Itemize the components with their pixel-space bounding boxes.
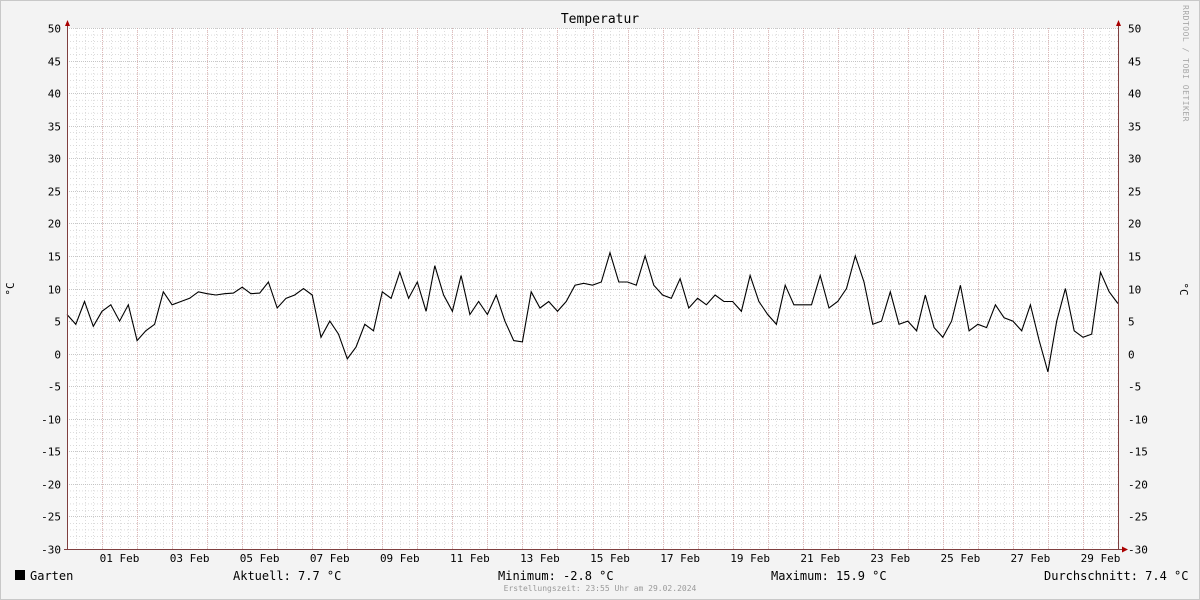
y-tick-label-left: 0 — [54, 349, 61, 362]
legend-average: Durchschnitt: 7.4 °C — [1044, 569, 1189, 583]
rrdtool-credit: RRDTOOL / TOBI OETIKER — [1181, 5, 1190, 122]
y-axis-arrow-right — [1116, 20, 1121, 26]
y-axis-label-left: °C — [4, 282, 17, 295]
y-tick-label-right: 25 — [1128, 186, 1141, 199]
y-tick-label-left: 45 — [48, 56, 61, 69]
legend-maximum: Maximum: 15.9 °C — [771, 569, 887, 583]
y-tick-label-left: 35 — [48, 121, 61, 134]
y-axis-arrow-left — [65, 20, 70, 26]
y-tick-label-left: 25 — [48, 186, 61, 199]
x-tick-label: 25 Feb — [940, 552, 980, 565]
x-tick-label: 17 Feb — [660, 552, 700, 565]
chart-title: Temperatur — [561, 12, 639, 27]
x-tick-label: 09 Feb — [380, 552, 420, 565]
x-tick-label: 27 Feb — [1011, 552, 1051, 565]
y-tick-label-right: -25 — [1128, 511, 1148, 524]
x-tick-label: 13 Feb — [520, 552, 560, 565]
y-tick-label-left: -15 — [41, 446, 61, 459]
legend-series-name: Garten — [30, 569, 74, 583]
y-tick-label-left: -30 — [41, 544, 61, 557]
x-tick-label: 07 Feb — [310, 552, 350, 565]
y-tick-label-right: -5 — [1128, 381, 1141, 394]
y-tick-label-left: 10 — [48, 284, 61, 297]
x-tick-label: 29 Feb — [1081, 552, 1121, 565]
y-tick-label-left: -20 — [41, 479, 61, 492]
y-tick-label-right: 20 — [1128, 218, 1141, 231]
y-tick-label-left: 30 — [48, 153, 61, 166]
y-tick-label-right: 5 — [1128, 316, 1135, 329]
y-tick-label-left: -25 — [41, 511, 61, 524]
y-tick-label-right: 50 — [1128, 23, 1141, 36]
y-tick-label-right: 0 — [1128, 349, 1135, 362]
y-tick-label-right: 45 — [1128, 56, 1141, 69]
y-tick-label-right: 10 — [1128, 284, 1141, 297]
y-tick-label-left: 15 — [48, 251, 61, 264]
creation-time: Erstellungszeit: 23:55 Uhr am 29.02.2024 — [503, 584, 697, 593]
x-tick-label: 03 Feb — [170, 552, 210, 565]
legend-minimum: Minimum: -2.8 °C — [498, 569, 614, 583]
y-tick-label-right: 30 — [1128, 153, 1141, 166]
y-tick-label-right: 40 — [1128, 88, 1141, 101]
y-tick-label-left: 40 — [48, 88, 61, 101]
x-tick-label: 01 Feb — [100, 552, 140, 565]
y-tick-label-right: -20 — [1128, 479, 1148, 492]
y-axis-label-right: °C — [1177, 282, 1190, 295]
x-tick-label: 19 Feb — [730, 552, 770, 565]
x-tick-label: 23 Feb — [870, 552, 910, 565]
x-tick-label: 21 Feb — [800, 552, 840, 565]
y-tick-label-left: -10 — [41, 414, 61, 427]
y-tick-label-left: 20 — [48, 218, 61, 231]
y-tick-label-right: -30 — [1128, 544, 1148, 557]
y-tick-label-right: -10 — [1128, 414, 1148, 427]
y-tick-label-left: 50 — [48, 23, 61, 36]
y-tick-label-right: 35 — [1128, 121, 1141, 134]
y-tick-label-left: -5 — [48, 381, 61, 394]
temperature-chart: -30-25-20-15-10-505101520253035404550 -3… — [4, 12, 1190, 565]
y-tick-label-right: -15 — [1128, 446, 1148, 459]
x-tick-label: 05 Feb — [240, 552, 280, 565]
x-tick-label: 11 Feb — [450, 552, 490, 565]
y-tick-label-right: 15 — [1128, 251, 1141, 264]
y-tick-label-left: 5 — [54, 316, 61, 329]
legend-current: Aktuell: 7.7 °C — [233, 569, 342, 583]
x-tick-label: 15 Feb — [590, 552, 630, 565]
legend-swatch-garten — [15, 570, 25, 580]
